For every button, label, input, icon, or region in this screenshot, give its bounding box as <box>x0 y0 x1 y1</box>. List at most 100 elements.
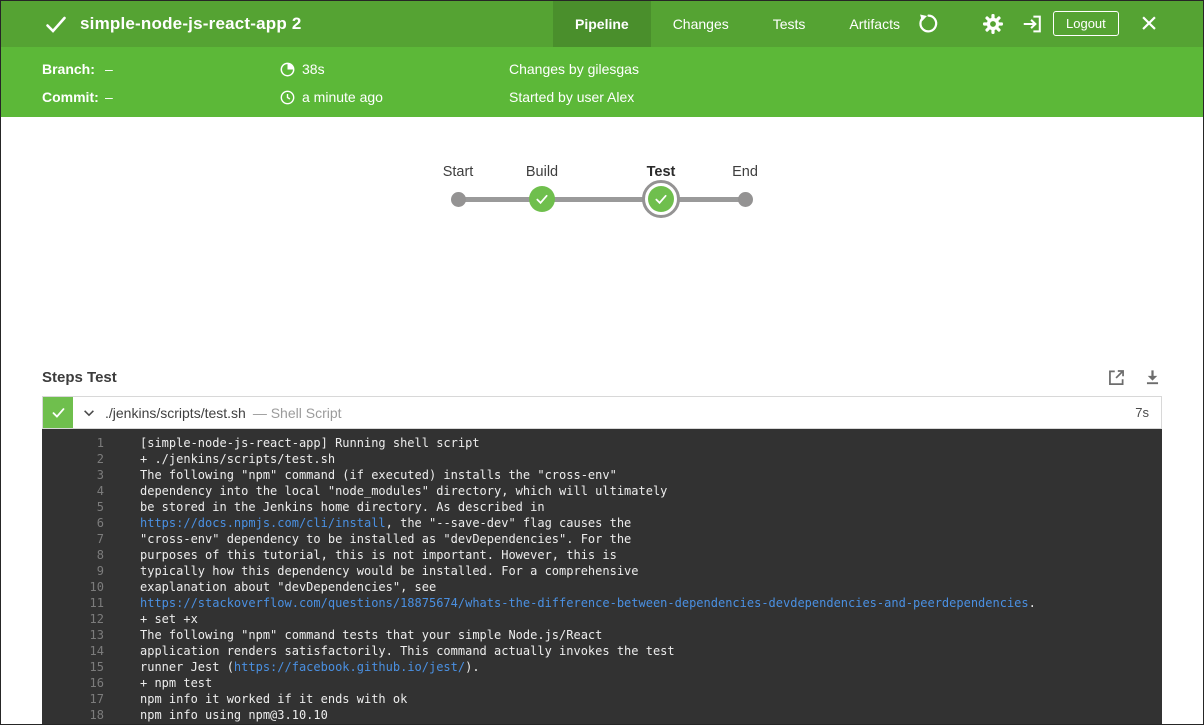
stage-success-check-icon <box>648 186 674 212</box>
console-text: + npm test <box>140 676 212 690</box>
chevron-down-icon[interactable] <box>82 406 96 420</box>
step-name: ./jenkins/scripts/test.sh <box>105 405 246 421</box>
line-text: dependency into the local "node_modules"… <box>140 484 667 498</box>
top-bar: simple-node-js-react-app 2 Pipeline Chan… <box>0 0 1204 47</box>
open-in-new-window-icon[interactable] <box>1106 367 1127 388</box>
line-text: exaplanation about "devDependencies", se… <box>140 580 436 594</box>
console-link[interactable]: https://docs.npmjs.com/cli/install <box>140 516 386 530</box>
line-number[interactable]: 16 <box>42 675 104 691</box>
console-text: runner Jest ( <box>140 660 234 674</box>
console-text: npm info using npm@3.10.10 <box>140 708 328 722</box>
console-text: "cross-env" dependency to be installed a… <box>140 532 631 546</box>
step-type: — Shell Script <box>253 405 342 421</box>
logout-button[interactable]: Logout <box>1053 11 1119 36</box>
line-number[interactable]: 15 <box>42 659 104 675</box>
tab-pipeline[interactable]: Pipeline <box>553 0 651 47</box>
stage-node-build[interactable] <box>529 186 555 212</box>
console-line: 16 + npm test <box>42 675 1162 691</box>
console-line: 11 https://stackoverflow.com/questions/18… <box>42 595 1162 611</box>
duration-value: 38s <box>302 61 325 77</box>
console-link[interactable]: https://stackoverflow.com/questions/1887… <box>140 596 1029 610</box>
commit-info: Commit: – <box>42 87 113 107</box>
line-text: The following "npm" command tests that y… <box>140 628 602 642</box>
go-to-classic-icon[interactable] <box>1015 0 1049 47</box>
line-text: be stored in the Jenkins home directory.… <box>140 500 545 514</box>
console-text: + set +x <box>140 612 198 626</box>
duration-timer-icon <box>280 62 295 77</box>
settings-gear-icon[interactable] <box>975 0 1011 47</box>
line-number[interactable]: 8 <box>42 547 104 563</box>
line-text: runner Jest (https://facebook.github.io/… <box>140 660 480 674</box>
run-title: simple-node-js-react-app 2 <box>80 0 302 47</box>
line-number[interactable]: 14 <box>42 643 104 659</box>
steps-title: Steps Test <box>42 369 117 386</box>
line-number[interactable]: 2 <box>42 451 104 467</box>
line-text: npm info it worked if it ends with ok <box>140 692 407 706</box>
line-number[interactable]: 5 <box>42 499 104 515</box>
console-line: 1 [simple-node-js-react-app] Running shel… <box>42 435 1162 451</box>
line-number[interactable]: 3 <box>42 467 104 483</box>
duration-info: 38s <box>280 59 325 79</box>
console-link[interactable]: https://facebook.github.io/jest/ <box>234 660 465 674</box>
step-success-check-icon <box>43 397 73 428</box>
completed-info: a minute ago <box>280 87 383 107</box>
step-row-shell-script[interactable]: ./jenkins/scripts/test.sh — Shell Script… <box>42 396 1162 429</box>
tab-artifacts[interactable]: Artifacts <box>827 0 922 47</box>
console-text: The following "npm" command (if executed… <box>140 468 617 482</box>
console-text: application renders satisfactorily. This… <box>140 644 675 658</box>
console-line: 18 npm info using npm@3.10.10 <box>42 707 1162 723</box>
console-log: 1 [simple-node-js-react-app] Running shel… <box>42 429 1162 725</box>
download-log-icon[interactable] <box>1143 368 1162 387</box>
console-line: 5 be stored in the Jenkins home directory… <box>42 499 1162 515</box>
line-number[interactable]: 4 <box>42 483 104 499</box>
line-text: https://docs.npmjs.com/cli/install, the … <box>140 516 631 530</box>
console-line: 8 purposes of this tutorial, this is not … <box>42 547 1162 563</box>
line-number[interactable]: 18 <box>42 707 104 723</box>
console-text: + ./jenkins/scripts/test.sh <box>140 452 335 466</box>
line-text: purposes of this tutorial, this is not i… <box>140 548 617 562</box>
console-text: purposes of this tutorial, this is not i… <box>140 548 617 562</box>
console-line: 9 typically how this dependency would be … <box>42 563 1162 579</box>
line-number[interactable]: 13 <box>42 627 104 643</box>
stage-node-test-selected[interactable] <box>642 180 680 218</box>
line-text: npm info using npm@3.10.10 <box>140 708 328 722</box>
completed-value: a minute ago <box>302 89 383 105</box>
commit-value: – <box>105 89 113 105</box>
branch-label: Branch: <box>42 61 105 77</box>
line-text: application renders satisfactorily. This… <box>140 644 675 658</box>
line-number[interactable]: 11 <box>42 595 104 611</box>
console-line: 10 exaplanation about "devDependencies", … <box>42 579 1162 595</box>
stage-node-end[interactable] <box>738 192 753 207</box>
close-icon[interactable]: × <box>1131 0 1167 47</box>
clock-icon <box>280 90 295 105</box>
line-number[interactable]: 10 <box>42 579 104 595</box>
stage-label-build: Build <box>482 164 602 180</box>
branch-value: – <box>105 61 113 77</box>
commit-label: Commit: <box>42 89 105 105</box>
line-number[interactable]: 7 <box>42 531 104 547</box>
line-text: + ./jenkins/scripts/test.sh <box>140 452 335 466</box>
started-by: Started by user Alex <box>509 87 634 107</box>
stage-node-start[interactable] <box>451 192 466 207</box>
line-number[interactable]: 12 <box>42 611 104 627</box>
line-text: + set +x <box>140 612 198 626</box>
changes-by: Changes by gilesgas <box>509 59 639 79</box>
console-line: 7 "cross-env" dependency to be installed … <box>42 531 1162 547</box>
line-number[interactable]: 6 <box>42 515 104 531</box>
line-number[interactable]: 1 <box>42 435 104 451</box>
line-number[interactable]: 9 <box>42 563 104 579</box>
line-text: The following "npm" command (if executed… <box>140 468 617 482</box>
console-line: 2 + ./jenkins/scripts/test.sh <box>42 451 1162 467</box>
tab-tests[interactable]: Tests <box>751 0 828 47</box>
stage-label-end: End <box>685 164 805 180</box>
tab-changes[interactable]: Changes <box>651 0 751 47</box>
console-line: 14 application renders satisfactorily. Th… <box>42 643 1162 659</box>
line-text: [simple-node-js-react-app] Running shell… <box>140 436 480 450</box>
console-line: 6 https://docs.npmjs.com/cli/install, the… <box>42 515 1162 531</box>
console-line: 12 + set +x <box>42 611 1162 627</box>
console-line: 17 npm info it worked if it ends with ok <box>42 691 1162 707</box>
line-number[interactable]: 17 <box>42 691 104 707</box>
line-text: typically how this dependency would be i… <box>140 564 639 578</box>
rerun-icon[interactable] <box>910 0 946 47</box>
console-text: be stored in the Jenkins home directory.… <box>140 500 545 514</box>
